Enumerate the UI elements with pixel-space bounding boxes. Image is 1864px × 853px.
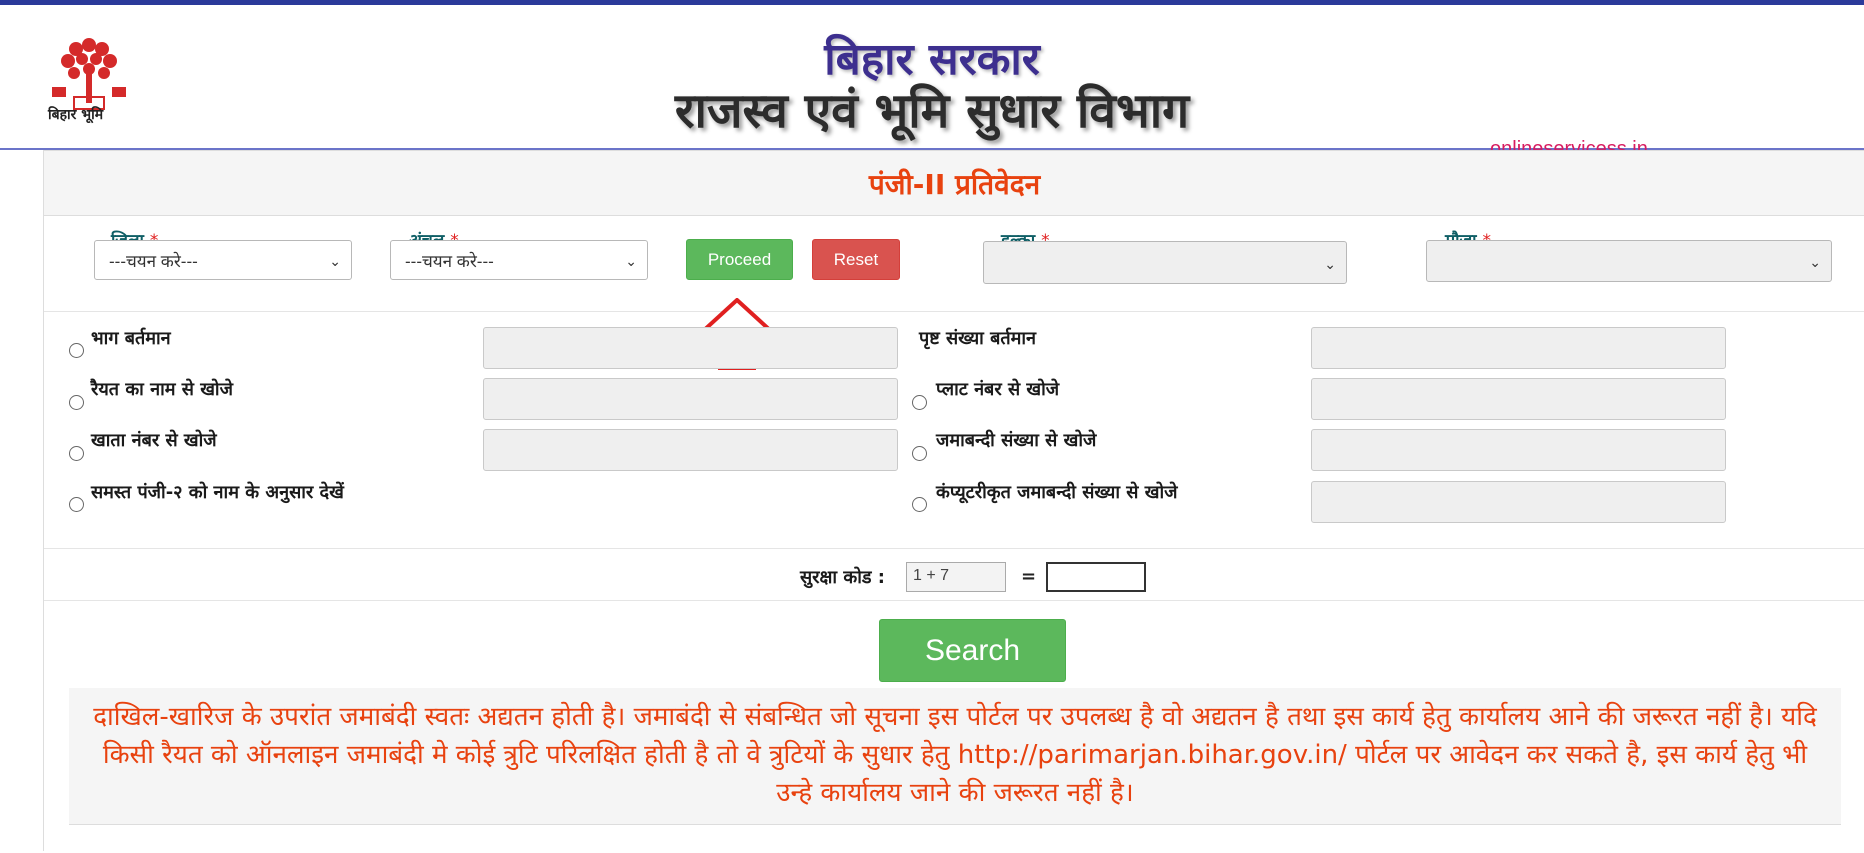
chevron-down-icon: ⌄ <box>1809 254 1821 270</box>
search-button[interactable]: Search <box>879 619 1066 682</box>
radio-computerized[interactable] <box>912 497 927 512</box>
jamabandi-input[interactable] <box>1311 429 1726 471</box>
halka-select[interactable]: ⌄ <box>983 241 1347 284</box>
captcha-question: 1 + 7 <box>906 562 1006 592</box>
option-label-prishth: पृष्ट संख्या बर्तमान <box>919 328 1037 349</box>
equals-sign: = <box>1021 566 1037 587</box>
radio-plot[interactable] <box>912 395 927 410</box>
bhag-input[interactable] <box>483 327 898 369</box>
option-label-bhag: भाग बर्तमान <box>91 328 171 349</box>
chevron-down-icon: ⌄ <box>625 253 637 269</box>
circle-select-value: ---चयन करे--- <box>405 252 494 271</box>
radio-khata[interactable] <box>69 446 84 461</box>
option-label-computerized: कंप्यूटरीकृत जमाबन्दी संख्या से खोजे <box>936 482 1178 503</box>
reset-button[interactable]: Reset <box>812 239 900 280</box>
option-label-jamabandi: जमाबन्दी संख्या से खोजे <box>936 430 1097 451</box>
radio-bhag[interactable] <box>69 343 84 358</box>
divider <box>44 548 1864 549</box>
computerized-input[interactable] <box>1311 481 1726 523</box>
district-select[interactable]: ---चयन करे--- ⌄ <box>94 240 352 280</box>
option-label-plot: प्लाट नंबर से खोजे <box>936 379 1060 400</box>
page-title: पंजी-II प्रतिवेदन <box>868 168 1041 201</box>
panel-header: पंजी-II प्रतिवेदन <box>44 151 1864 216</box>
option-label-samast: समस्त पंजी-२ को नाम के अनुसार देखें <box>91 482 344 503</box>
divider <box>44 311 1864 312</box>
option-label-raiyat: रैयत का नाम से खोजे <box>91 379 233 400</box>
site-header: बिहार भूमि बिहार सरकार राजस्व एवं भूमि स… <box>0 5 1864 150</box>
khata-input[interactable] <box>483 429 898 471</box>
captcha-label: सुरक्षा कोड : <box>800 567 885 588</box>
divider <box>44 600 1864 601</box>
radio-raiyat[interactable] <box>69 395 84 410</box>
department-title: राजस्व एवं भूमि सुधार विभाग <box>674 83 1190 139</box>
notice-text: दाखिल-खारिज के उपरांत जमाबंदी स्वतः अद्य… <box>93 702 1817 808</box>
notice-box: दाखिल-खारिज के उपरांत जमाबंदी स्वतः अद्य… <box>69 688 1841 825</box>
chevron-down-icon: ⌄ <box>1324 256 1336 272</box>
proceed-button[interactable]: Proceed <box>686 239 793 280</box>
radio-samast[interactable] <box>69 497 84 512</box>
chevron-down-icon: ⌄ <box>329 253 341 269</box>
captcha-answer-input[interactable] <box>1046 562 1146 592</box>
circle-select[interactable]: ---चयन करे--- ⌄ <box>390 240 648 280</box>
raiyat-input[interactable] <box>483 378 898 420</box>
radio-jamabandi[interactable] <box>912 446 927 461</box>
prishth-input[interactable] <box>1311 327 1726 369</box>
plot-input[interactable] <box>1311 378 1726 420</box>
district-select-value: ---चयन करे--- <box>109 252 198 271</box>
mauza-select[interactable]: ⌄ <box>1426 240 1832 282</box>
option-label-khata: खाता नंबर से खोजे <box>91 430 217 451</box>
